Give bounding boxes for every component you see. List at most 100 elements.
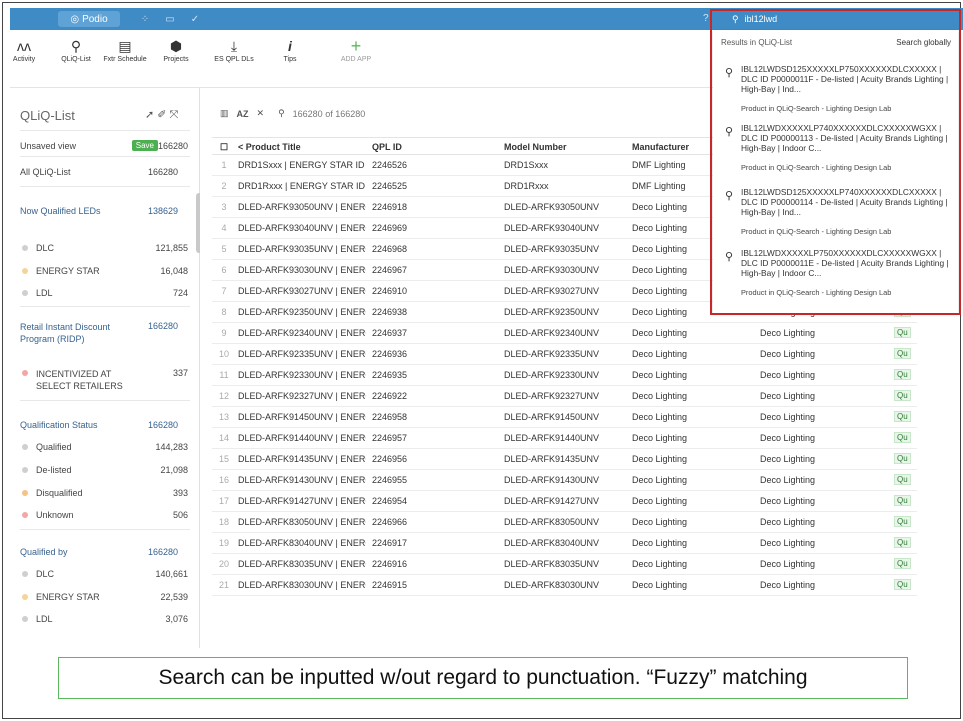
manufacturer-cell: Deco Lighting xyxy=(632,496,688,506)
settings-icon[interactable]: ✕ xyxy=(257,108,265,119)
fxtr-schedule-button[interactable]: ▤ Fxtr Schedule xyxy=(97,36,153,63)
product-title-cell: DLED-ARFK92340UNV | ENERG xyxy=(238,328,366,338)
filter-option[interactable]: INCENTIVIZED AT SELECT RETAILERS xyxy=(20,368,130,392)
option-count: 22,539 xyxy=(160,592,188,602)
app-toolbar: ʌʌ Activity ⚲ QLiQ-List ▤ Fxtr Schedule … xyxy=(10,30,715,88)
qualified-tag: Qu xyxy=(894,558,911,569)
manufacturer-secondary-cell: Deco Lighting xyxy=(760,454,816,464)
table-row[interactable]: 19 DLED-ARFK83040UNV | ENERG 2246917 DLED-A… xyxy=(212,533,917,554)
product-title-cell: DLED-ARFK92350UNV | ENERG xyxy=(238,307,366,317)
table-row[interactable]: 14 DLED-ARFK91440UNV | ENERG 2246957 DLED-A… xyxy=(212,428,917,449)
column-header[interactable]: QPL ID xyxy=(372,142,402,152)
row-number: 9 xyxy=(221,328,227,338)
manufacturer-secondary-cell: Deco Lighting xyxy=(760,475,816,485)
option-label: ENERGY STAR xyxy=(36,266,100,276)
table-row[interactable]: 18 DLED-ARFK83050UNV | ENERG 2246966 DLED-A… xyxy=(212,512,917,533)
projects-button[interactable]: ⬢ Projects xyxy=(148,36,204,63)
row-number: 3 xyxy=(221,202,227,212)
model-number-cell: DLED-ARFK91435UNV xyxy=(504,454,600,464)
filter-option[interactable]: De-listed 21,098 xyxy=(20,465,188,475)
column-header[interactable]: Manufacturer xyxy=(632,142,689,152)
qualified-tag: Qu xyxy=(894,369,911,380)
option-label: LDL xyxy=(36,288,53,298)
option-label: DLC xyxy=(36,569,55,579)
filter-option[interactable]: ENERGY STAR 16,048 xyxy=(20,266,188,276)
qualified-tag: Qu xyxy=(894,516,911,527)
activity-button[interactable]: ʌʌ Activity xyxy=(0,36,52,63)
save-view-button[interactable]: Save xyxy=(131,140,158,151)
tasks-icon[interactable]: ✓ xyxy=(188,12,202,26)
manufacturer-secondary-cell: Deco Lighting xyxy=(760,328,816,338)
help-button[interactable]: ? xyxy=(703,13,709,24)
podio-logo-button[interactable]: ◎ Podio xyxy=(58,11,120,27)
es-qpl-dls-button[interactable]: ⤓ ES QPL DLs xyxy=(206,36,262,63)
expand-icon[interactable]: ⤧ xyxy=(169,109,181,121)
table-row[interactable]: 12 DLED-ARFK92327UNV | ENERG 2246922 DLED-A… xyxy=(212,386,917,407)
row-number: 20 xyxy=(218,559,229,569)
contacts-icon[interactable]: ⁘ xyxy=(138,12,152,26)
qliq-list-button[interactable]: ⚲ QLiQ-List xyxy=(48,36,104,63)
sort-button[interactable]: AZ xyxy=(237,109,249,119)
filter-option[interactable]: ENERGY STAR 22,539 xyxy=(20,592,188,602)
add-app-label: ADD APP xyxy=(340,56,372,63)
option-count: 337 xyxy=(172,368,188,378)
filter-option[interactable]: DLC 121,855 xyxy=(20,243,188,253)
tips-button[interactable]: i Tips xyxy=(262,36,318,63)
table-row[interactable]: 21 DLED-ARFK83030UNV | ENERG 2246915 DLED-A… xyxy=(212,575,917,596)
wrench-icon[interactable]: ✐ xyxy=(157,109,169,121)
table-row[interactable]: 16 DLED-ARFK91430UNV | ENERG 2246955 DLED-A… xyxy=(212,470,917,491)
table-row[interactable]: 13 DLED-ARFK91450UNV | ENERG 2246958 DLED-A… xyxy=(212,407,917,428)
filter-count: 166280 xyxy=(147,420,178,430)
table-row[interactable]: 15 DLED-ARFK91435UNV | ENERG 2246956 DLED-A… xyxy=(212,449,917,470)
column-header[interactable]: < Product Title xyxy=(238,142,301,152)
tips-label: Tips xyxy=(283,56,297,63)
filter-qualification-status[interactable]: Qualification Status 166280 xyxy=(20,420,188,430)
model-number-cell: DLED-ARFK93027UNV xyxy=(504,286,600,296)
view-row[interactable]: Unsaved view Save 166280 xyxy=(20,140,188,151)
manufacturer-secondary-cell: Deco Lighting xyxy=(760,538,816,548)
table-row[interactable]: 9 DLED-ARFK92340UNV | ENERG 2246937 DLED-AR… xyxy=(212,323,917,344)
model-number-cell: DLED-ARFK93035UNV xyxy=(504,244,600,254)
row-number: 13 xyxy=(218,412,229,422)
table-row[interactable]: 17 DLED-ARFK91427UNV | ENERG 2246954 DLED-A… xyxy=(212,491,917,512)
model-number-cell: DRD1Rxxx xyxy=(504,181,549,191)
table-row[interactable]: 11 DLED-ARFK92330UNV | ENERG 2246935 DLED-A… xyxy=(212,365,917,386)
row-number: 1 xyxy=(221,160,227,170)
select-all-checkbox[interactable]: ☐ xyxy=(220,142,228,153)
status-dot xyxy=(22,616,28,622)
filter-option[interactable]: Unknown 506 xyxy=(20,510,188,520)
qualified-tag: Qu xyxy=(894,390,911,401)
activity-icon: ʌʌ xyxy=(17,38,31,54)
filter-qualified-by[interactable]: Qualified by 166280 xyxy=(20,547,188,557)
projects-icon: ⬢ xyxy=(169,38,183,54)
calendar-icon[interactable]: ▭ xyxy=(163,12,177,26)
row-number: 16 xyxy=(218,475,229,485)
projects-label: Projects xyxy=(163,56,189,63)
filter-option[interactable]: LDL 3,076 xyxy=(20,614,188,624)
option-count: 121,855 xyxy=(155,243,188,253)
filter-icon[interactable]: ⚲ xyxy=(278,108,285,119)
table-row[interactable]: 20 DLED-ARFK83035UNV | ENERG 2246916 DLED-A… xyxy=(212,554,917,575)
filter-option[interactable]: LDL 724 xyxy=(20,288,188,298)
filter-option[interactable]: Qualified 144,283 xyxy=(20,442,188,452)
filter-option[interactable]: DLC 140,661 xyxy=(20,569,188,579)
option-label: LDL xyxy=(36,614,53,624)
filter-retail[interactable]: Retail Instant Discount Program (RIDP) xyxy=(20,321,130,345)
filter-now-qualified[interactable]: Now Qualified LEDs 138629 xyxy=(20,206,188,216)
option-label: De-listed xyxy=(36,465,72,475)
option-label: DLC xyxy=(36,243,55,253)
qualified-tag: Qu xyxy=(894,579,911,590)
filter-option[interactable]: Disqualified 393 xyxy=(20,488,188,498)
product-title-cell: DLED-ARFK93040UNV | ENERG xyxy=(238,223,366,233)
model-number-cell: DLED-ARFK92350UNV xyxy=(504,307,600,317)
model-number-cell: DLED-ARFK91440UNV xyxy=(504,433,600,443)
table-row[interactable]: 10 DLED-ARFK92335UNV | ENERG 2246936 DLED-A… xyxy=(212,344,917,365)
grid-view-icon[interactable]: ▥ xyxy=(220,108,229,119)
filter-label: Qualified by xyxy=(20,547,68,557)
share-icon[interactable]: ➚ xyxy=(145,109,157,121)
manufacturer-cell: Deco Lighting xyxy=(632,223,688,233)
add-app-button[interactable]: + ADD APP xyxy=(328,36,384,63)
filter-all[interactable]: All QLiQ-List 166280 xyxy=(20,167,188,177)
column-header[interactable]: Model Number xyxy=(504,142,567,152)
caption-text: Search can be inputted w/out regard to p… xyxy=(158,666,808,689)
